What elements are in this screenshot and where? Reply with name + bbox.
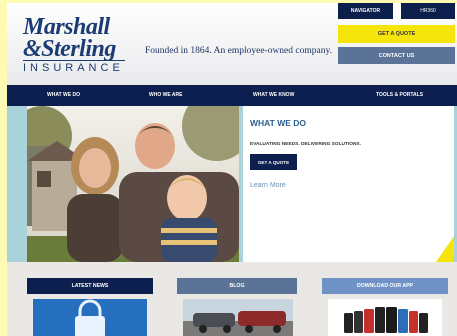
yellow-corner-accent bbox=[436, 236, 454, 262]
company-logo[interactable]: Marshall &Sterling INSURANCE bbox=[21, 15, 131, 75]
nav-item-who-we-are[interactable]: WHO WE ARE bbox=[149, 85, 182, 106]
site-header: Marshall &Sterling INSURANCE Founded in … bbox=[7, 3, 457, 83]
blog-image[interactable] bbox=[183, 299, 293, 336]
hero-info-panel: WHAT WE DO EVALUATING NEEDS. DELIVERING … bbox=[243, 106, 454, 262]
get-quote-button[interactable]: GET A QUOTE bbox=[338, 25, 455, 43]
nav-item-tools-portals[interactable]: TOOLS & PORTALS bbox=[376, 85, 423, 106]
logo-line-2: &Sterling bbox=[23, 36, 116, 62]
download-app-image[interactable] bbox=[328, 299, 442, 336]
main-nav: WHAT WE DO WHO WE ARE WHAT WE KNOW TOOLS… bbox=[7, 85, 457, 106]
hero-family-photo bbox=[27, 106, 239, 262]
learn-more-link[interactable]: Learn More bbox=[250, 182, 286, 189]
hr360-button[interactable]: HR360 bbox=[401, 3, 455, 19]
hero-subtitle: EVALUATING NEEDS. DELIVERING SOLUTIONS. bbox=[250, 142, 361, 147]
latest-news-image[interactable] bbox=[33, 299, 147, 336]
latest-news-header[interactable]: LATEST NEWS bbox=[27, 278, 153, 294]
navigator-button[interactable]: NAVIGATOR bbox=[338, 3, 393, 19]
hero-title: WHAT WE DO bbox=[250, 118, 307, 128]
nav-item-what-we-know[interactable]: WHAT WE KNOW bbox=[253, 85, 294, 106]
download-app-header[interactable]: DOWNLOAD OUR APP bbox=[322, 278, 448, 294]
logo-divider bbox=[23, 60, 125, 61]
feature-cards: LATEST NEWS BLOG DOWNLOAD OUR APP bbox=[7, 263, 457, 336]
logo-line-3: INSURANCE bbox=[23, 62, 124, 74]
tagline: Founded in 1864. An employee-owned compa… bbox=[145, 46, 332, 56]
page: Marshall &Sterling INSURANCE Founded in … bbox=[7, 3, 457, 336]
hero-get-quote-button[interactable]: GET A QUOTE bbox=[250, 154, 297, 170]
contact-us-button[interactable]: CONTACT US bbox=[338, 47, 455, 64]
nav-item-what-we-do[interactable]: WHAT WE DO bbox=[47, 85, 80, 106]
blog-header[interactable]: BLOG bbox=[177, 278, 297, 294]
